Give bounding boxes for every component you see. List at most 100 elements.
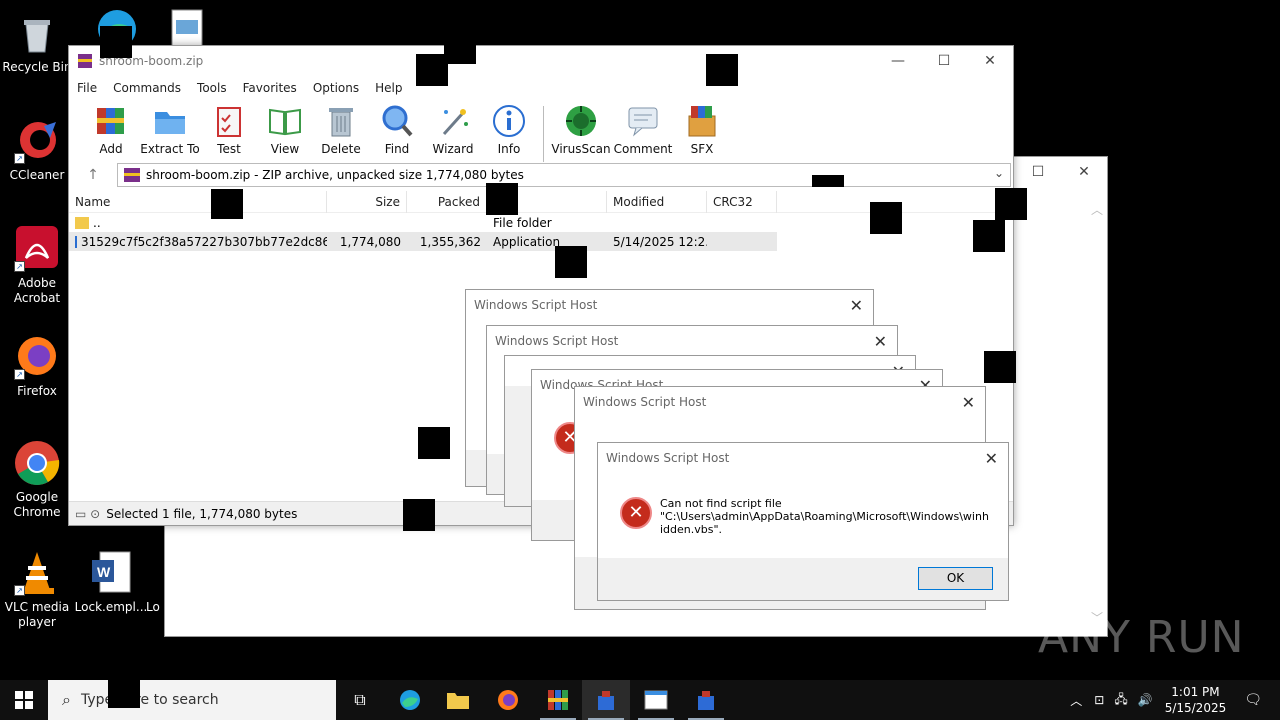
vlc-cone-icon: ↗ <box>14 550 60 596</box>
up-arrow-icon[interactable]: ↑ <box>69 167 117 183</box>
winrar-taskbar-icon[interactable] <box>534 680 582 720</box>
shortcut-arrow-icon: ↗ <box>14 585 25 596</box>
sfx-box-icon <box>685 104 719 138</box>
column-name[interactable]: Name <box>69 190 327 213</box>
error-icon: ✕ <box>620 497 652 529</box>
network-icon[interactable]: 🖧 <box>1114 690 1127 711</box>
acrobat-icon: ↗ <box>14 226 60 272</box>
redaction-block <box>706 54 738 86</box>
menu-tools[interactable]: Tools <box>197 81 227 95</box>
task-view-icon[interactable]: ⧉ <box>336 680 384 720</box>
info-button[interactable]: Info <box>481 104 537 156</box>
scroll-up-icon[interactable]: ︿ <box>1091 201 1103 218</box>
winrar-app-icon <box>77 53 93 69</box>
magnifier-icon <box>380 104 414 138</box>
close-icon[interactable]: ✕ <box>967 46 1013 76</box>
archive-path-text: shroom-boom.zip - ZIP archive, unpacked … <box>146 168 524 182</box>
maximize-icon[interactable]: ☐ <box>921 46 967 76</box>
file-explorer-icon[interactable] <box>434 680 482 720</box>
add-button[interactable]: Add <box>83 104 139 156</box>
desktop-icon-ccleaner[interactable]: ↗ CCleaner <box>0 118 74 183</box>
window-taskbar-icon[interactable] <box>632 680 680 720</box>
menu-file[interactable]: File <box>77 81 97 95</box>
menu-bar: File Commands Tools Favorites Options He… <box>69 76 1013 100</box>
volume-icon[interactable]: 🔊 <box>1138 693 1153 707</box>
archive-path-field[interactable]: shroom-boom.zip - ZIP archive, unpacked … <box>117 163 1011 187</box>
info-icon <box>492 104 526 138</box>
column-packed[interactable]: Packed <box>407 190 487 213</box>
device-icon[interactable]: ⊡ <box>1094 693 1104 707</box>
delete-button[interactable]: Delete <box>313 104 369 156</box>
wsh-taskbar-icon[interactable] <box>582 680 630 720</box>
shortcut-arrow-icon: ↗ <box>14 369 25 380</box>
dialog-title: Windows Script Host <box>606 451 730 465</box>
wsh-dialog-front[interactable]: Windows Script Host ✕ ✕ Can not find scr… <box>597 442 1009 601</box>
desktop-icon-lock-empl[interactable]: W Lock.empl... <box>74 550 148 615</box>
notification-icon[interactable]: 🗨 <box>1244 692 1262 708</box>
svg-text:W: W <box>97 564 111 580</box>
anyrun-watermark: ANY RUN <box>1038 612 1245 663</box>
table-row[interactable]: 31529c7f5c2f38a57227b307bb77e2dc86d28...… <box>69 232 777 251</box>
taskbar: ⌕ Type here to search ⧉ ︿ ⊡ 🖧 🔊 1:01 PM … <box>0 680 1280 720</box>
close-icon[interactable]: ✕ <box>1061 157 1107 187</box>
extract-folder-icon <box>153 104 187 138</box>
desktop-icon-partial[interactable]: Lo <box>146 600 166 615</box>
close-icon[interactable]: ✕ <box>962 393 975 412</box>
redaction-block <box>984 351 1016 383</box>
comment-icon <box>626 104 660 138</box>
title-bar[interactable]: shroom-boom.zip — ☐ ✕ <box>69 46 1013 76</box>
menu-commands[interactable]: Commands <box>113 81 181 95</box>
chevron-down-icon[interactable]: ⌄ <box>994 166 1004 180</box>
view-book-icon <box>268 104 302 138</box>
archive-icon <box>124 168 140 182</box>
maximize-icon[interactable]: ☐ <box>1015 157 1061 187</box>
desktop-icon-adobe-acrobat[interactable]: ↗ Adobe Acrobat <box>0 226 74 306</box>
toolbar: Add Extract To Test View Delete Find Wiz… <box>69 100 1013 164</box>
taskbar-search[interactable]: ⌕ Type here to search <box>48 680 336 720</box>
chrome-icon <box>14 440 60 486</box>
trash-icon <box>324 104 358 138</box>
find-button[interactable]: Find <box>369 104 425 156</box>
column-modified[interactable]: Modified <box>607 190 707 213</box>
extract-to-button[interactable]: Extract To <box>139 104 201 156</box>
close-icon[interactable]: ✕ <box>985 449 998 468</box>
wizard-button[interactable]: Wizard <box>425 104 481 156</box>
test-button[interactable]: Test <box>201 104 257 156</box>
redaction-block <box>108 680 140 708</box>
windows-logo-icon <box>15 691 33 709</box>
desktop-icon-google-chrome[interactable]: Google Chrome <box>0 440 74 520</box>
desktop: Recycle Bin ↗ CCleaner ↗ Adobe Acrobat ↗… <box>0 0 1280 680</box>
firefox-taskbar-icon[interactable] <box>484 680 532 720</box>
redaction-block <box>444 44 476 64</box>
clock[interactable]: 1:01 PM 5/15/2025 <box>1165 684 1227 716</box>
view-button[interactable]: View <box>257 104 313 156</box>
close-icon[interactable]: ✕ <box>874 332 887 351</box>
redaction-block <box>418 427 450 459</box>
column-crc32[interactable]: CRC32 <box>707 190 777 213</box>
close-icon[interactable]: ✕ <box>850 296 863 315</box>
wand-icon <box>436 104 470 138</box>
shortcut-arrow-icon: ↗ <box>14 153 25 164</box>
menu-help[interactable]: Help <box>375 81 402 95</box>
menu-options[interactable]: Options <box>313 81 359 95</box>
redaction-block <box>211 189 243 219</box>
sfx-button[interactable]: SFX <box>674 104 730 156</box>
ok-button[interactable]: OK <box>918 567 993 590</box>
menu-favorites[interactable]: Favorites <box>243 81 297 95</box>
edge-taskbar-icon[interactable] <box>386 680 434 720</box>
column-size[interactable]: Size <box>327 190 407 213</box>
redaction-block <box>100 26 132 58</box>
minimize-icon[interactable]: — <box>875 46 921 76</box>
status-text: Selected 1 file, 1,774,080 bytes <box>106 506 298 521</box>
desktop-icon-recycle-bin[interactable]: Recycle Bin <box>0 10 74 75</box>
desktop-icon-vlc[interactable]: ↗ VLC media player <box>0 550 74 630</box>
redaction-block <box>812 175 844 187</box>
chevron-up-icon[interactable]: ︿ <box>1070 692 1082 709</box>
comment-button[interactable]: Comment <box>612 104 674 156</box>
add-archive-icon <box>94 104 128 138</box>
redaction-block <box>973 220 1005 252</box>
start-button[interactable] <box>0 680 48 720</box>
desktop-icon-firefox[interactable]: ↗ Firefox <box>0 334 74 399</box>
virusscan-button[interactable]: VirusScan <box>550 104 612 156</box>
script-taskbar-icon[interactable] <box>682 680 730 720</box>
